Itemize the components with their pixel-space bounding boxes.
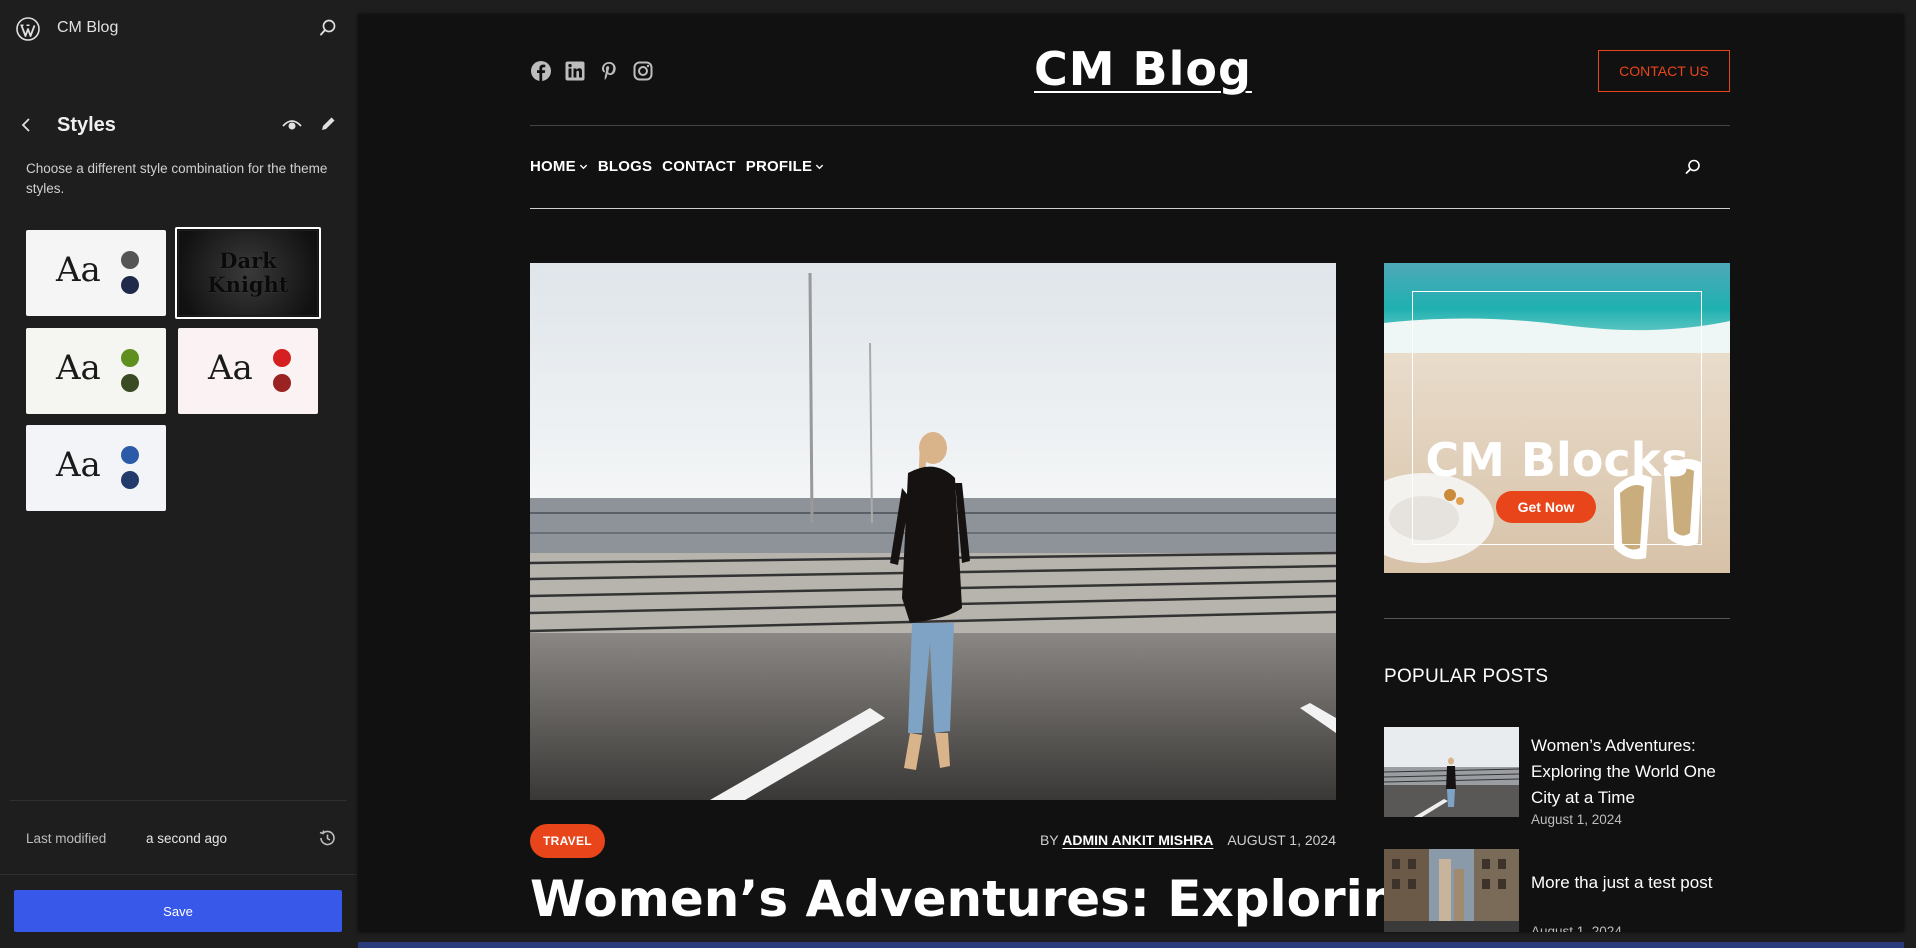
color-swatch <box>273 349 291 367</box>
page-title: Styles <box>57 114 116 136</box>
last-modified-label: Last modified <box>26 831 107 846</box>
color-swatch <box>273 374 291 392</box>
promo-banner: CM Blocks Get Now <box>1384 263 1730 573</box>
main-navigation: HOME BLOGS CONTACT PROFILE <box>530 158 824 175</box>
pencil-icon[interactable] <box>319 115 337 133</box>
search-icon[interactable] <box>1684 158 1702 176</box>
get-now-button[interactable]: Get Now <box>1496 491 1596 523</box>
instagram-icon[interactable] <box>632 60 654 82</box>
category-tag[interactable]: TRAVEL <box>530 824 605 858</box>
divider <box>530 125 1730 126</box>
post-byline: BY ADMIN ANKIT MISHRA AUGUST 1, 2024 <box>1038 832 1336 848</box>
contact-us-button[interactable]: CONTACT US <box>1598 50 1730 92</box>
byline-prefix: BY <box>1039 832 1059 848</box>
style-variation-blue[interactable]: Aa <box>26 425 166 511</box>
nav-item-contact[interactable]: CONTACT <box>662 158 736 175</box>
styles-description: Choose a different style combination for… <box>26 161 328 196</box>
divider <box>1384 618 1730 619</box>
divider <box>530 208 1730 209</box>
nav-item-home[interactable]: HOME <box>530 158 588 175</box>
pinterest-icon[interactable] <box>598 60 620 82</box>
style-variation-dark-knight[interactable]: Dark Knight <box>175 227 321 319</box>
popular-post-date: August 1, 2024 <box>1531 812 1622 827</box>
variation-preview-text: Aa <box>56 348 101 388</box>
bottom-strip <box>358 942 1904 948</box>
nav-label: HOME <box>530 158 576 175</box>
style-variation-default[interactable]: Aa <box>26 230 166 316</box>
post-thumbnail[interactable] <box>1384 849 1519 932</box>
styles-header: Styles <box>0 108 357 142</box>
site-title[interactable]: CM Blog <box>1034 42 1252 96</box>
site-preview-canvas[interactable]: CM Blog CONTACT US HOME BLOGS CONTACT PR… <box>358 14 1904 932</box>
color-swatch <box>121 349 139 367</box>
color-swatch <box>121 446 139 464</box>
color-swatch <box>121 276 139 294</box>
nav-label: PROFILE <box>745 158 813 175</box>
styles-sidebar: CM Blog Styles Choose a different style … <box>0 0 357 948</box>
save-button[interactable]: Save <box>14 890 342 932</box>
popular-posts-heading: POPULAR POSTS <box>1384 666 1549 687</box>
popular-post-title[interactable]: More tha just a test post <box>1531 870 1736 896</box>
post-thumbnail[interactable] <box>1384 727 1519 817</box>
search-icon[interactable] <box>318 18 338 38</box>
nav-item-blogs[interactable]: BLOGS <box>598 158 652 175</box>
nav-label: CONTACT <box>662 158 736 175</box>
color-swatch <box>121 471 139 489</box>
history-icon[interactable] <box>317 828 337 848</box>
site-name[interactable]: CM Blog <box>57 19 118 37</box>
variation-preview-text: Dark Knight <box>177 249 319 297</box>
popular-post-date: August 1, 2024 <box>1531 924 1622 932</box>
divider <box>10 800 347 801</box>
chevron-down-icon <box>579 164 587 170</box>
chevron-left-icon[interactable] <box>18 116 36 134</box>
author-link[interactable]: ADMIN ANKIT MISHRA <box>1062 832 1213 848</box>
post-date: AUGUST 1, 2024 <box>1227 832 1336 848</box>
variation-preview-text: Aa <box>56 250 101 290</box>
last-modified-value: a second ago <box>146 831 228 846</box>
style-variation-green[interactable]: Aa <box>26 328 166 414</box>
variation-preview-text: Aa <box>56 445 101 485</box>
editor-topbar: CM Blog <box>0 0 357 58</box>
variation-label-line1: Dark <box>219 248 277 273</box>
variation-label-line2: Knight <box>207 272 289 297</box>
post-title[interactable]: Women’s Adventures: Exploring <box>530 870 1434 928</box>
variation-preview-text: Aa <box>208 348 253 388</box>
eye-icon[interactable] <box>282 116 302 134</box>
color-swatch <box>121 251 139 269</box>
nav-label: BLOGS <box>597 158 653 175</box>
color-swatch <box>121 374 139 392</box>
chevron-down-icon <box>816 164 824 170</box>
promo-title: CM Blocks <box>1425 433 1689 487</box>
popular-post-title[interactable]: Women’s Adventures: Exploring the World … <box>1531 733 1736 811</box>
linkedin-icon[interactable] <box>564 60 586 82</box>
wordpress-icon[interactable] <box>16 17 40 41</box>
nav-item-profile[interactable]: PROFILE <box>746 158 824 175</box>
featured-image[interactable] <box>530 263 1336 800</box>
style-variation-red[interactable]: Aa <box>178 328 318 414</box>
divider <box>0 874 357 875</box>
facebook-icon[interactable] <box>530 60 552 82</box>
